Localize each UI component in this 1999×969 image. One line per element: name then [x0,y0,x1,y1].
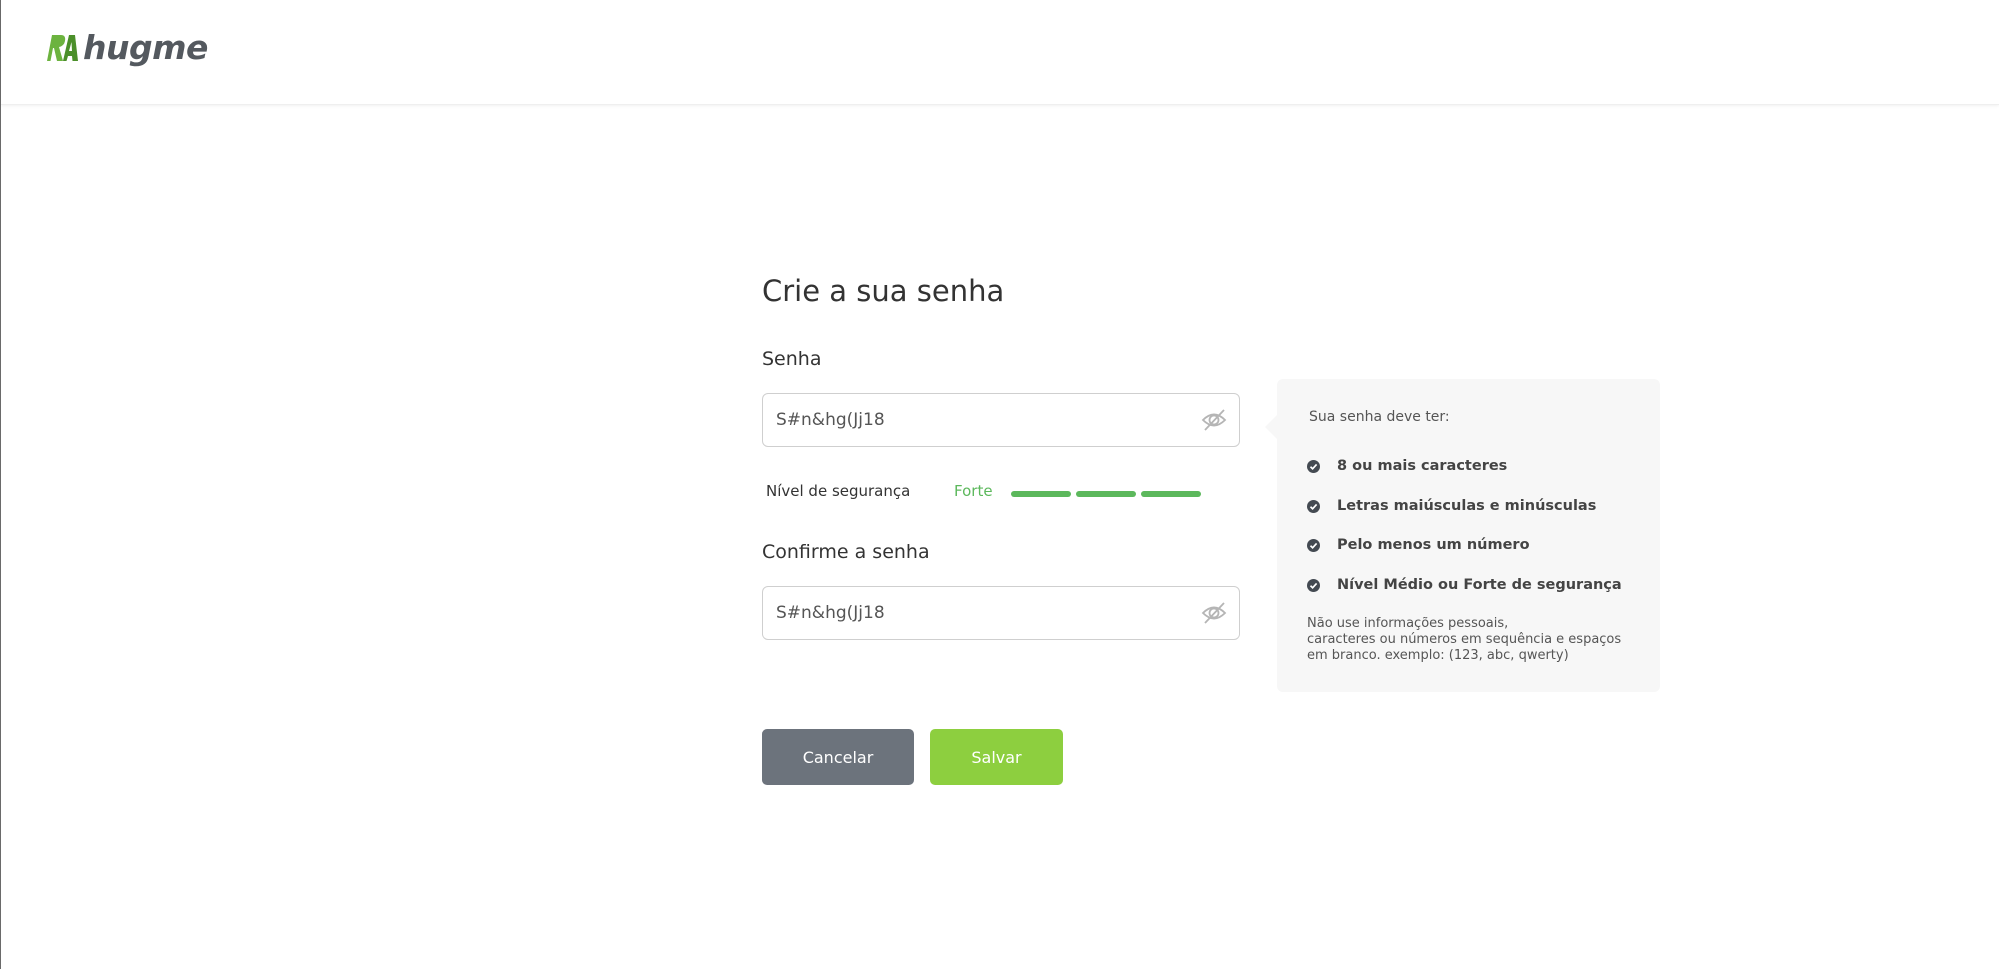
requirement-text: Pelo menos um número [1337,537,1530,553]
strength-bar [1141,491,1201,497]
check-circle-icon [1307,460,1320,473]
ra-logo-mark-icon [47,35,78,61]
note-line: em branco. exemplo: (123, abc, qwerty) [1307,648,1569,663]
cancel-button[interactable]: Cancelar [762,729,914,785]
strength-label: Nível de segurança [766,482,911,500]
note-line: Não use informações pessoais, [1307,616,1509,631]
requirements-note: Não use informações pessoais, caracteres… [1307,616,1647,664]
requirements-list: 8 ou mais caracteres Letras maiúsculas e… [1307,458,1622,616]
eye-off-icon[interactable] [1201,601,1227,625]
requirement-item: Letras maiúsculas e minúsculas [1307,498,1622,538]
strength-bar [1076,491,1136,497]
eye-off-icon[interactable] [1201,408,1227,432]
hugme-logo[interactable]: hugme [45,30,208,66]
requirement-text: Nível Médio ou Forte de segurança [1337,576,1622,593]
check-circle-icon [1307,578,1320,592]
requirement-item: 8 ou mais caracteres [1307,458,1622,498]
requirement-item: Pelo menos um número [1307,537,1622,577]
strength-bar [1011,491,1071,497]
password-requirements-card: Sua senha deve ter: 8 ou mais caracteres… [1265,379,1660,692]
requirement-text: Letras maiúsculas e minúsculas [1337,497,1597,514]
requirement-item: Nível Médio ou Forte de segurança [1307,577,1622,617]
password-label: Senha [762,348,822,370]
check-circle-icon [1307,539,1320,552]
password-field[interactable] [762,393,1240,447]
password-input[interactable] [776,394,1176,446]
save-button[interactable]: Salvar [930,729,1063,785]
requirements-title: Sua senha deve ter: [1309,409,1450,425]
logo-text: hugme [83,28,208,67]
top-header: hugme [1,0,1999,105]
strength-value: Forte [954,482,993,500]
strength-meter: Nível de segurança Forte [766,482,1236,502]
page-title: Crie a sua senha [762,274,1005,308]
confirm-password-input[interactable] [776,587,1176,639]
confirm-password-label: Confirme a senha [762,541,930,563]
strength-bars [1011,491,1201,497]
requirement-text: 8 ou mais caracteres [1337,458,1508,474]
check-circle-icon [1307,499,1320,513]
note-line: caracteres ou números em sequência e esp… [1307,632,1622,647]
page: hugme Crie a sua senha Senha Nível de se… [0,0,1999,969]
confirm-password-field[interactable] [762,586,1240,640]
